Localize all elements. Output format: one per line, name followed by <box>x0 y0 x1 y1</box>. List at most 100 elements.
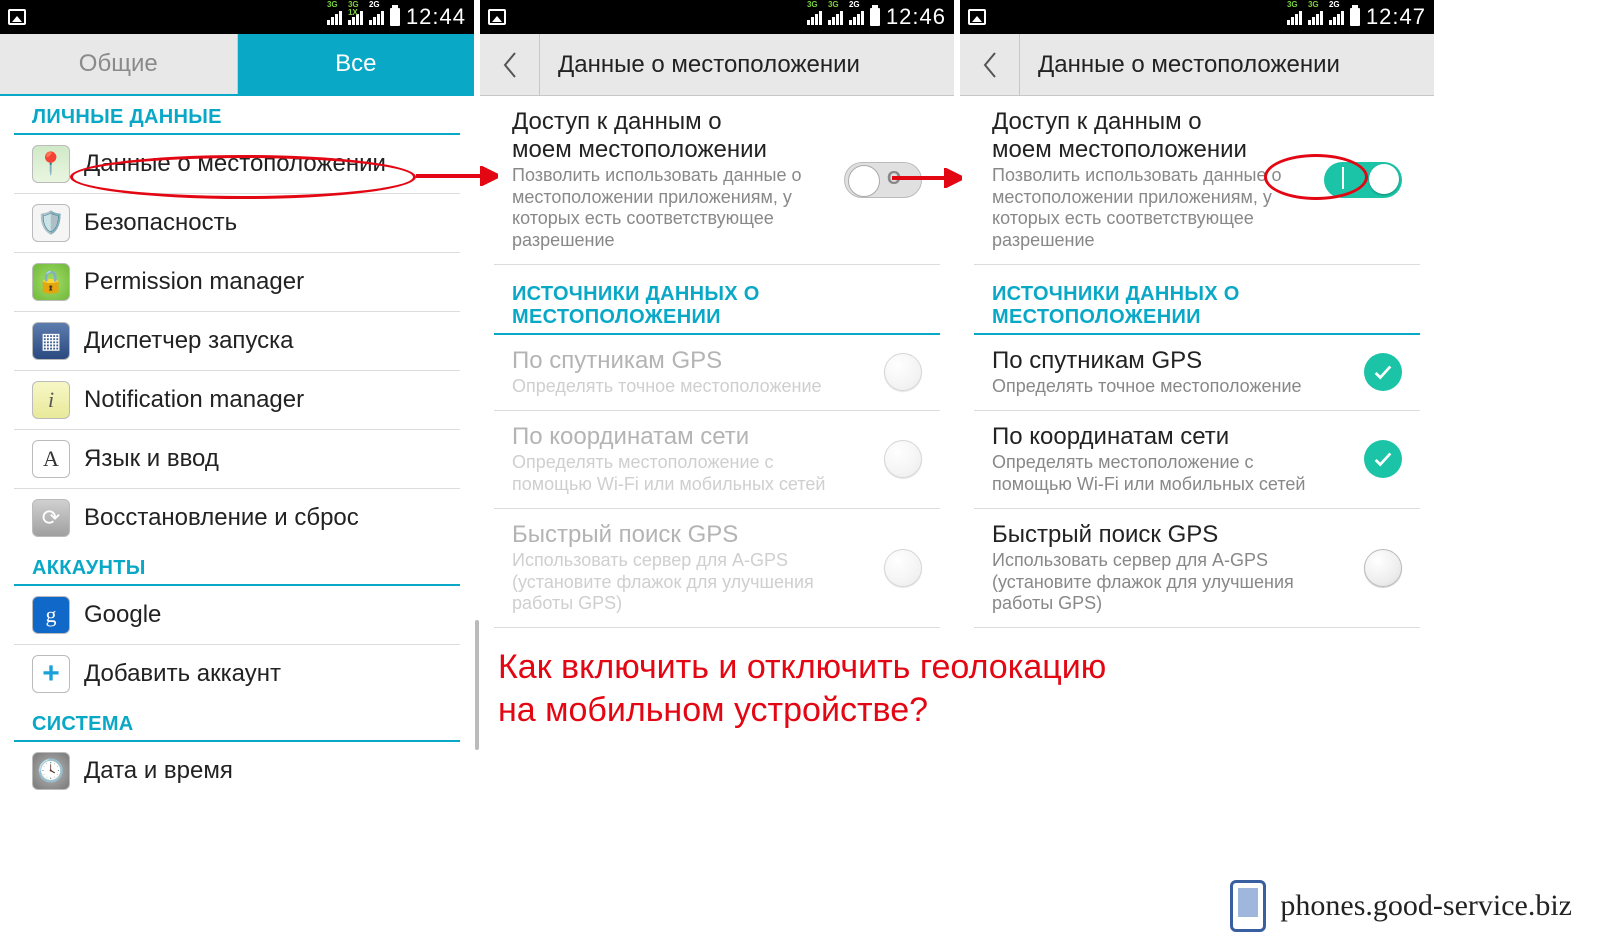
signal-icon: 2G <box>369 9 384 25</box>
page-title: Данные о местоположении <box>1020 51 1340 79</box>
row-access[interactable]: Доступ к данным омоем местоположении Поз… <box>974 96 1420 265</box>
section-accounts: АККАУНТЫ <box>14 547 460 586</box>
item-location[interactable]: 📍 Данные о местоположении <box>14 135 460 194</box>
phone-icon <box>1230 880 1266 932</box>
row-gps[interactable]: По спутникам GPS Определять точное место… <box>974 335 1420 411</box>
signal-icon: 3G <box>807 9 822 25</box>
row-access[interactable]: Доступ к данным омоем местоположении Поз… <box>494 96 940 265</box>
checkbox-network[interactable] <box>1364 440 1402 478</box>
item-label: Дата и время <box>84 757 233 785</box>
annotation-caption: Как включить и отключить геолокациюна мо… <box>498 646 1106 731</box>
item-notification[interactable]: i Notification manager <box>14 371 460 430</box>
item-label: Добавить аккаунт <box>84 660 281 688</box>
appbar: Данные о местоположении <box>960 34 1434 96</box>
row-gps: По спутникам GPS Определять точное место… <box>494 335 940 411</box>
back-button[interactable] <box>480 34 540 95</box>
scrollbar[interactable] <box>475 620 479 750</box>
shield-icon: 🛡️ <box>32 204 70 242</box>
battery-icon <box>1350 8 1360 26</box>
clock-icon: 🕓 <box>32 752 70 790</box>
item-label: Восстановление и сброс <box>84 504 359 532</box>
row-title: Быстрый поиск GPS <box>512 521 832 549</box>
section-system: СИСТЕМА <box>14 703 460 742</box>
toggle-location-access[interactable] <box>1324 162 1402 198</box>
row-subtitle: Использовать сервер для A-GPS (установит… <box>512 550 832 615</box>
row-network[interactable]: По координатам сети Определять местополо… <box>974 411 1420 509</box>
item-security[interactable]: 🛡️ Безопасность <box>14 194 460 253</box>
section-sources: ИСТОЧНИКИ ДАННЫХ О МЕСТОПОЛОЖЕНИИ <box>974 273 1420 335</box>
launcher-icon: ▦ <box>32 322 70 360</box>
appbar: Данные о местоположении <box>480 34 954 96</box>
row-subtitle: Позволить использовать данные о местопол… <box>512 165 832 251</box>
item-launcher[interactable]: ▦ Диспетчер запуска <box>14 312 460 371</box>
item-reset[interactable]: ⟳ Восстановление и сброс <box>14 489 460 547</box>
status-bar: 3G 3G 2G 12:46 <box>480 0 954 34</box>
back-button[interactable] <box>960 34 1020 95</box>
signal-icon: 2G <box>849 9 864 25</box>
row-subtitle: Позволить использовать данные о местопол… <box>992 165 1312 251</box>
item-datetime[interactable]: 🕓 Дата и время <box>14 742 460 800</box>
footer-credit: phones.good-service.biz <box>1230 880 1572 932</box>
screenshot-icon <box>488 9 506 25</box>
row-subtitle: Использовать сервер для A-GPS (установит… <box>992 550 1312 615</box>
radio-agps[interactable] <box>1364 549 1402 587</box>
status-bar: 3G 3G1X 2G 12:44 <box>0 0 474 34</box>
page-title: Данные о местоположении <box>540 51 860 79</box>
screenshot-icon <box>8 9 26 25</box>
row-agps: Быстрый поиск GPS Использовать сервер дл… <box>494 509 940 628</box>
map-pin-icon: 📍 <box>32 145 70 183</box>
signal-icon: 3G <box>327 9 342 25</box>
row-title: По спутникам GPS <box>992 347 1312 375</box>
row-title: Доступ к данным омоем местоположении <box>992 108 1312 163</box>
item-google[interactable]: g Google <box>14 586 460 645</box>
tabs: Общие Все <box>0 34 474 96</box>
tab-all[interactable]: Все <box>238 34 475 94</box>
signal-icon: 3G <box>828 9 843 25</box>
item-permission[interactable]: 🔒 Permission manager <box>14 253 460 312</box>
screen-settings-all: 3G 3G1X 2G 12:44 Общие Все ЛИЧНЫЕ ДАННЫЕ… <box>0 0 474 948</box>
row-title: По координатам сети <box>512 423 832 451</box>
row-agps[interactable]: Быстрый поиск GPS Использовать сервер дл… <box>974 509 1420 628</box>
item-label: Безопасность <box>84 209 237 237</box>
screen-location-on: 3G 3G 2G 12:47 Данные о местоположении Д… <box>960 0 1434 948</box>
radio-gps <box>884 353 922 391</box>
item-add-account[interactable]: + Добавить аккаунт <box>14 645 460 703</box>
lock-icon: 🔒 <box>32 263 70 301</box>
clock: 12:47 <box>1366 4 1426 30</box>
item-label: Данные о местоположении <box>84 150 386 178</box>
battery-icon <box>870 8 880 26</box>
item-language[interactable]: A Язык и ввод <box>14 430 460 489</box>
plus-icon: + <box>32 655 70 693</box>
row-network: По координатам сети Определять местополо… <box>494 411 940 509</box>
item-label: Язык и ввод <box>84 445 219 473</box>
info-icon: i <box>32 381 70 419</box>
signal-icon: 3G1X <box>348 9 363 25</box>
item-label: Google <box>84 601 161 629</box>
radio-agps <box>884 549 922 587</box>
row-title: По спутникам GPS <box>512 347 832 375</box>
section-sources: ИСТОЧНИКИ ДАННЫХ О МЕСТОПОЛОЖЕНИИ <box>494 273 940 335</box>
signal-icon: 2G <box>1329 9 1344 25</box>
refresh-icon: ⟳ <box>32 499 70 537</box>
row-title: По координатам сети <box>992 423 1312 451</box>
checkbox-gps[interactable] <box>1364 353 1402 391</box>
letter-a-icon: A <box>32 440 70 478</box>
battery-icon <box>390 8 400 26</box>
screenshot-icon <box>968 9 986 25</box>
tab-general[interactable]: Общие <box>0 34 238 94</box>
google-icon: g <box>32 596 70 634</box>
section-personal: ЛИЧНЫЕ ДАННЫЕ <box>14 96 460 135</box>
status-bar: 3G 3G 2G 12:47 <box>960 0 1434 34</box>
item-label: Permission manager <box>84 268 304 296</box>
row-subtitle: Определять местоположение с помощью Wi-F… <box>992 452 1312 495</box>
clock: 12:46 <box>886 4 946 30</box>
row-subtitle: Определять местоположение с помощью Wi-F… <box>512 452 832 495</box>
row-subtitle: Определять точное местоположение <box>512 376 832 398</box>
clock: 12:44 <box>406 4 466 30</box>
radio-network <box>884 440 922 478</box>
row-title: Доступ к данным омоем местоположении <box>512 108 832 163</box>
toggle-location-access[interactable]: O <box>844 162 922 198</box>
screen-location-off: 3G 3G 2G 12:46 Данные о местоположении Д… <box>480 0 954 948</box>
signal-icon: 3G <box>1287 9 1302 25</box>
item-label: Диспетчер запуска <box>84 327 294 355</box>
